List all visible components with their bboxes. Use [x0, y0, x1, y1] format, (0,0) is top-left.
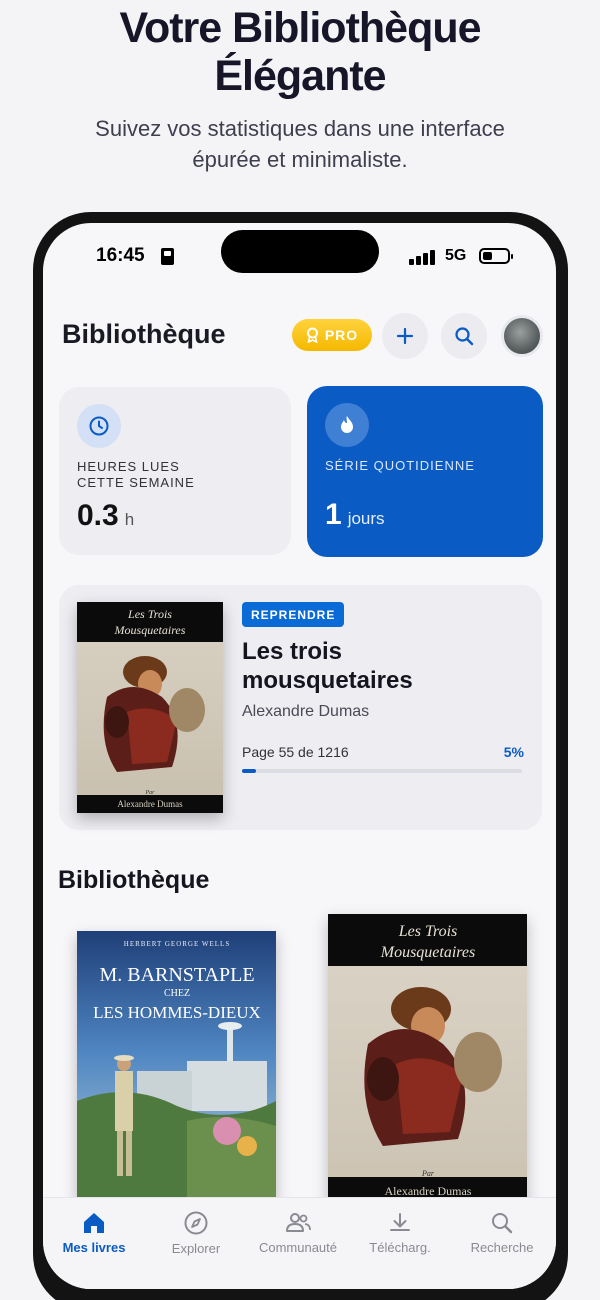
- book-author: Alexandre Dumas: [242, 703, 370, 720]
- progress-bar: [242, 769, 522, 773]
- streak-label: SÉRIE QUOTIDIENNE: [325, 458, 475, 473]
- flame-icon: [341, 416, 353, 433]
- tab-label: Télécharg.: [369, 1240, 431, 1255]
- wells-cover-author: HERBERT GEORGE WELLS: [124, 940, 230, 948]
- id-card-icon: [161, 248, 174, 265]
- hero-title-line2: Élégante: [214, 52, 386, 100]
- battery-icon: [479, 248, 513, 264]
- hours-label-line1: HEURES LUES: [77, 459, 180, 474]
- cover-by: Par: [145, 790, 156, 796]
- streak-unit: jours: [347, 509, 385, 528]
- search-icon: [455, 327, 474, 346]
- avatar[interactable]: [501, 315, 543, 357]
- plus-icon: [396, 327, 414, 345]
- network-label: 5G: [445, 247, 467, 264]
- mous-cover-author: Alexandre Dumas: [385, 1184, 472, 1198]
- search-icon: [492, 1213, 513, 1234]
- hours-icon-wrap: [77, 404, 121, 448]
- hours-card[interactable]: HEURES LUES CETTE SEMAINE 0.3 h: [59, 387, 291, 555]
- cover-title-line2: Mousquetaires: [114, 623, 186, 637]
- streak-value: 1 jours: [325, 498, 385, 532]
- resume-badge[interactable]: REPRENDRE: [242, 602, 345, 627]
- status-time: 16:45: [96, 245, 145, 266]
- tab-label: Mes livres: [62, 1240, 126, 1255]
- hours-label-line2: CETTE SEMAINE: [77, 475, 195, 490]
- award-icon: [306, 327, 318, 343]
- tab-explorer[interactable]: Explorer: [145, 1198, 247, 1268]
- cover-title-line1: Les Trois: [127, 607, 172, 621]
- tab-recherche[interactable]: Recherche: [451, 1198, 553, 1268]
- add-button[interactable]: [382, 313, 428, 359]
- hours-value: 0.3 h: [77, 499, 134, 533]
- pro-label: PRO: [324, 327, 359, 343]
- wells-cover-title-line3: LES HOMMES-DIEUX: [93, 1003, 261, 1022]
- signal-icon: [409, 249, 437, 265]
- book-title-line1: Les trois: [242, 638, 343, 665]
- streak-card[interactable]: SÉRIE QUOTIDIENNE 1 jours: [307, 386, 543, 557]
- library-book-cover[interactable]: HERBERT GEORGE WELLS M. BARNSTAPLE CHEZ …: [77, 931, 276, 1201]
- hours-label: HEURES LUES CETTE SEMAINE: [77, 459, 277, 491]
- hero-title: Votre Bibliothèque Élégante: [0, 4, 600, 100]
- current-book-card[interactable]: Les Trois Mousquetaires Par Alexandre Du…: [59, 585, 542, 830]
- hero-subtitle: Suivez vos statistiques dans une interfa…: [40, 113, 560, 175]
- book-cover[interactable]: Les Trois Mousquetaires Par Alexandre Du…: [77, 602, 223, 813]
- progress-text: Page 55 de 1216: [242, 744, 349, 760]
- wells-cover-title-line2: CHEZ: [164, 988, 190, 999]
- clock-icon: [89, 416, 109, 436]
- home-icon: [84, 1213, 104, 1233]
- search-button[interactable]: [441, 313, 487, 359]
- mous-cover-title-line2: Mousquetaires: [380, 944, 476, 961]
- hours-number: 0.3: [77, 499, 119, 532]
- hero-subtitle-line1: Suivez vos statistiques dans une interfa…: [95, 116, 505, 141]
- tab-label: Explorer: [171, 1241, 221, 1256]
- book-title-line2: mousquetaires: [242, 667, 413, 694]
- wells-cover-title-line1: M. BARNSTAPLE: [99, 964, 254, 986]
- cover-author: Alexandre Dumas: [117, 799, 183, 809]
- people-icon: [286, 1213, 311, 1232]
- mous-cover-by: Par: [421, 1169, 435, 1178]
- book-title: Les trois mousquetaires: [242, 637, 522, 695]
- hero-title-line1: Votre Bibliothèque: [119, 4, 481, 52]
- streak-icon-wrap: [325, 403, 369, 447]
- library-book-cover[interactable]: Les Trois Mousquetaires Par Alexandre Du…: [328, 914, 527, 1204]
- hero-subtitle-line2: épurée et minimaliste.: [192, 147, 408, 172]
- tab-mes-livres[interactable]: Mes livres: [43, 1198, 145, 1268]
- mous-cover-title-line1: Les Trois: [398, 923, 458, 940]
- progress-percent: 5%: [503, 744, 524, 760]
- tab-label: Communauté: [258, 1240, 338, 1255]
- tab-label: Recherche: [470, 1240, 534, 1255]
- library-title: Bibliothèque: [58, 866, 210, 894]
- tab-bar: Mes livres Explorer Communauté Télécharg…: [43, 1197, 556, 1289]
- phone-screen: 16:45 5G Bibliothèque PRO HEURES LUES CE…: [43, 223, 556, 1289]
- download-icon: [390, 1213, 410, 1231]
- pro-button[interactable]: PRO: [292, 319, 372, 351]
- page-title: Bibliothèque: [62, 319, 226, 349]
- progress-fill: [242, 769, 256, 773]
- compass-icon: [184, 1211, 208, 1235]
- tab-communaute[interactable]: Communauté: [247, 1198, 349, 1268]
- streak-number: 1: [325, 498, 342, 531]
- dynamic-island: [221, 230, 379, 273]
- hours-unit: h: [124, 510, 135, 529]
- tab-telechargements[interactable]: Télécharg.: [349, 1198, 451, 1268]
